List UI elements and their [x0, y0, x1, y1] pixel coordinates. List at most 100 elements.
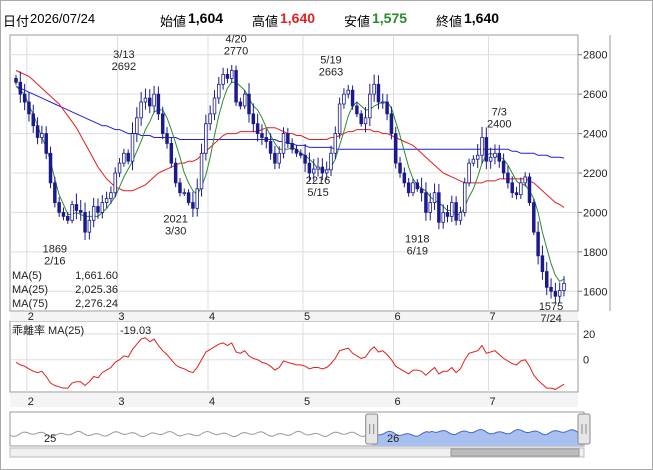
- main-grid: [9, 34, 611, 393]
- candle-body: [251, 113, 256, 125]
- annotation-price: 2216: [306, 175, 330, 187]
- candle-body: [212, 97, 217, 115]
- candle-body: [91, 206, 96, 221]
- candle-body: [53, 182, 57, 203]
- navigator-right-handle[interactable]: [577, 413, 591, 445]
- y-tick-label: 2600: [583, 89, 607, 101]
- candle-body: [381, 101, 385, 104]
- candle-body: [126, 152, 130, 162]
- sub-y-tick-label: 20: [583, 329, 595, 341]
- y-tick-label: 2800: [583, 50, 607, 62]
- candle-body: [514, 192, 519, 196]
- candle-body: [393, 133, 398, 164]
- month-label-bottom: 6: [395, 396, 401, 408]
- annotation-date: 3/30: [165, 225, 186, 237]
- candle-body: [100, 202, 105, 213]
- price-axis: 1600 1800 2000 2200 2400 2600 2800: [577, 35, 607, 311]
- candle-body: [195, 188, 199, 209]
- deviation-line: [15, 337, 565, 390]
- month-label: 2: [28, 311, 34, 323]
- month-label-bottom: 7: [489, 396, 495, 408]
- candle-body: [152, 93, 156, 107]
- month-label-bottom: 2: [28, 396, 34, 408]
- candle-body: [109, 192, 113, 200]
- month-label: 4: [209, 311, 215, 323]
- candle-body: [450, 202, 454, 217]
- candle-body: [463, 182, 467, 213]
- candle-body: [178, 182, 182, 194]
- candle-body: [329, 152, 333, 171]
- candle-body: [445, 212, 450, 217]
- candle-body: [27, 101, 31, 115]
- candle-body: [432, 192, 437, 203]
- annotation-date: 6/19: [407, 246, 428, 258]
- candle-body: [303, 154, 307, 164]
- annotation-price: 2663: [319, 67, 343, 79]
- annotation-date: 7/3: [492, 107, 507, 119]
- candle-body: [87, 219, 92, 233]
- candle-body: [471, 158, 476, 164]
- legend-name: MA(75): [12, 298, 48, 310]
- candle-body: [376, 83, 381, 103]
- annotation-price: 1869: [43, 243, 67, 255]
- candle-body: [532, 202, 536, 233]
- candle-body: [557, 290, 562, 297]
- candle-body: [372, 83, 376, 95]
- bottom-month-axis: 2 3 4 5 6 7: [10, 393, 578, 408]
- moving-average-lines: [15, 70, 565, 283]
- candle-body: [221, 74, 225, 85]
- sub-panel-border: [9, 320, 579, 393]
- candle-body: [14, 77, 18, 83]
- candle-body: [35, 125, 40, 138]
- candle-body: [527, 176, 532, 203]
- annotation-date: 5/15: [307, 187, 328, 199]
- annotation-date: 2/16: [44, 255, 65, 267]
- y-tick-label: 1800: [583, 247, 607, 259]
- navigator: 25 26: [9, 411, 591, 458]
- candle-body: [70, 204, 74, 221]
- candle-body: [247, 93, 251, 115]
- candle-body: [342, 93, 346, 105]
- candle-body: [61, 212, 66, 217]
- candle-body: [553, 290, 558, 297]
- candle-body: [389, 113, 394, 134]
- candle-body: [96, 206, 100, 213]
- candle-body: [350, 89, 355, 107]
- candle-body: [419, 188, 424, 194]
- candle-body: [173, 162, 178, 184]
- annotation-date: 7/24: [540, 313, 561, 325]
- candle-body: [549, 286, 553, 292]
- legend-name: MA(25): [12, 284, 48, 296]
- candle-body: [368, 93, 372, 119]
- scrollbar-thumb[interactable]: [450, 448, 580, 457]
- candle-body: [501, 160, 506, 174]
- candle-body: [467, 162, 471, 184]
- candle-body: [22, 93, 27, 103]
- candle-body: [234, 70, 238, 103]
- candle-body: [337, 103, 342, 134]
- candle-body: [264, 137, 269, 142]
- candle-body: [255, 123, 260, 134]
- navigator-year-label: 25: [44, 433, 56, 445]
- candle-body: [277, 152, 281, 164]
- month-label-bottom: 5: [304, 396, 310, 408]
- candle-body: [398, 162, 402, 174]
- annotation-price: 2021: [163, 213, 187, 225]
- candle-body: [437, 192, 441, 223]
- candle-body: [286, 133, 290, 144]
- candle-body: [458, 212, 463, 221]
- candle-body: [48, 152, 53, 184]
- legend-value: 1,661.60: [75, 270, 118, 282]
- candle-body: [385, 101, 389, 115]
- y-tick-label: 1600: [583, 286, 607, 298]
- month-label: 7: [489, 311, 495, 323]
- annotation-date: 3/13: [113, 49, 134, 61]
- candle-body: [117, 162, 122, 174]
- candle-body: [506, 172, 510, 184]
- candle-body: [186, 192, 191, 203]
- navigator-left-handle[interactable]: [365, 413, 379, 445]
- candle-body: [475, 154, 480, 160]
- candle-body: [135, 117, 139, 134]
- candle-body: [165, 133, 169, 144]
- candle-body: [316, 166, 320, 170]
